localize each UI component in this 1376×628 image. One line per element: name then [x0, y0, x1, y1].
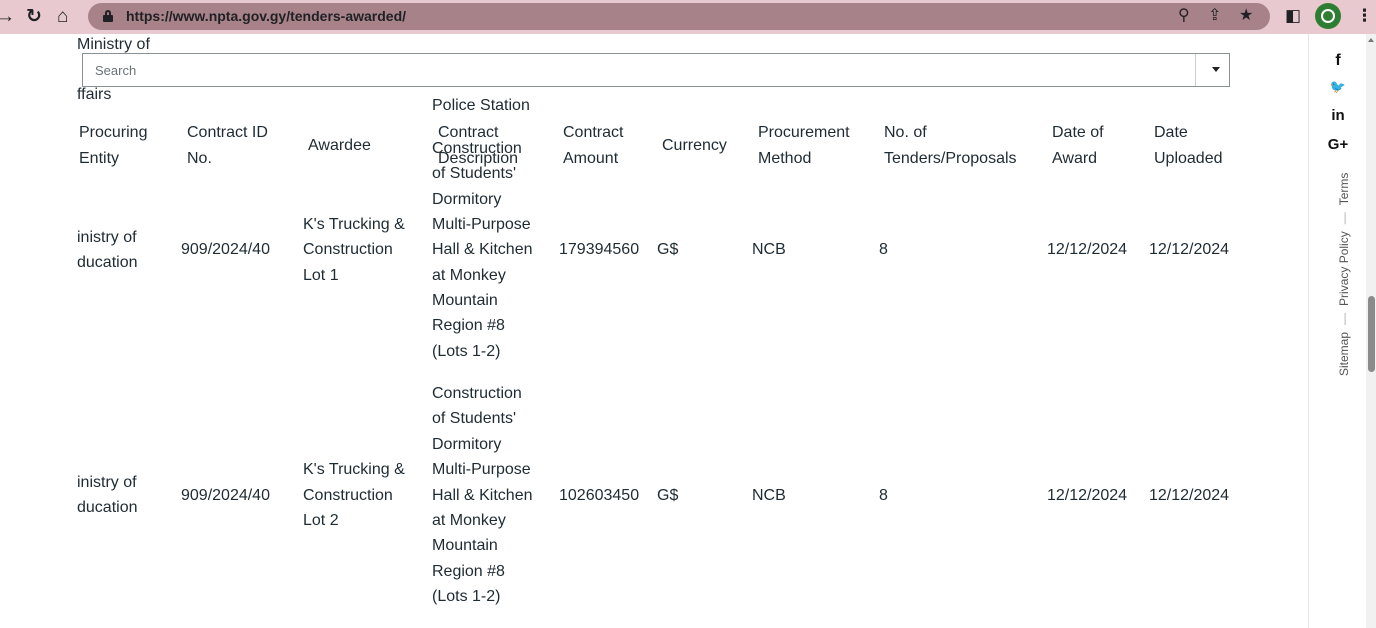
search-divider: [1195, 54, 1196, 86]
row-1-awardee-3: Lot 1: [303, 267, 339, 284]
row-1-description-8: Region #8: [432, 317, 505, 334]
header-contract-id-2[interactable]: No.: [187, 146, 212, 172]
row-1-currency: G$: [657, 241, 679, 258]
menu-icon[interactable]: ⋮: [1356, 5, 1373, 27]
row-2-tenders: 8: [879, 487, 888, 504]
sitemap-link[interactable]: Sitemap: [1337, 332, 1351, 376]
row-2-currency: G$: [657, 487, 679, 504]
row-1-description-9: (Lots 1-2): [432, 343, 501, 360]
row-1-description-3: Dormitory: [432, 191, 502, 208]
zoom-icon[interactable]: ⚲: [1178, 6, 1190, 26]
row-2-method: NCB: [752, 487, 786, 504]
row-1-description-6: at Monkey: [432, 267, 506, 284]
scroll-up-icon[interactable]: [1368, 38, 1374, 42]
search-input[interactable]: [83, 54, 1195, 86]
row-1-method: NCB: [752, 241, 786, 258]
search-dropdown[interactable]: [82, 53, 1230, 87]
header-contract-amount-1[interactable]: Contract: [563, 120, 623, 146]
facebook-icon[interactable]: f: [1309, 52, 1367, 70]
header-contract-id-1[interactable]: Contract ID: [187, 120, 268, 146]
header-tenders-2[interactable]: Tenders/Proposals: [884, 146, 1017, 172]
row-2-description-3: Dormitory: [432, 436, 502, 453]
scrollbar[interactable]: [1366, 34, 1376, 628]
row-2-entity-2: ducation: [77, 499, 138, 516]
row-2-description-5: Hall & Kitchen: [432, 487, 533, 504]
footer-links: Sitemap—Privacy Policy—Terms: [1337, 172, 1351, 376]
header-procuring-entity-1[interactable]: Procuring: [79, 120, 147, 146]
header-procurement-method-1[interactable]: Procurement: [758, 120, 850, 146]
row-1-awardee-2: Construction: [303, 241, 393, 258]
linkedin-icon[interactable]: in: [1309, 107, 1367, 124]
row-1-description-1: Construction: [432, 140, 522, 157]
terms-link[interactable]: Terms: [1337, 173, 1351, 206]
header-date-of-award-1[interactable]: Date of: [1052, 120, 1104, 146]
reload-icon[interactable]: ↻: [26, 5, 42, 29]
page-content: Ministry of ffairs Police Station Procur…: [0, 34, 1308, 628]
row-1-amount: 179394560: [559, 241, 640, 258]
row-1-awardee-1: K's Trucking &: [303, 216, 405, 233]
row-2-date-uploaded: 12/12/2024: [1149, 487, 1230, 504]
address-bar[interactable]: https://www.npta.gov.gy/tenders-awarded/…: [88, 3, 1270, 30]
share-icon[interactable]: ⇪: [1208, 6, 1221, 26]
sidebar-icon[interactable]: ◧: [1285, 5, 1301, 27]
row-2-description-1: Construction: [432, 385, 522, 402]
privacy-policy-link[interactable]: Privacy Policy: [1337, 231, 1351, 306]
bookmark-star-icon[interactable]: ★: [1239, 6, 1253, 26]
row-2-amount: 102603450: [559, 487, 640, 504]
header-currency[interactable]: Currency: [662, 133, 727, 159]
twitter-icon[interactable]: 🐦: [1309, 79, 1367, 95]
back-arrow-icon[interactable]: →: [0, 5, 15, 29]
header-date-uploaded-2[interactable]: Uploaded: [1154, 146, 1223, 172]
row-2-awardee-2: Construction: [303, 487, 393, 504]
row-2-date-award: 12/12/2024: [1047, 487, 1128, 504]
row-2-contract-id: 909/2024/40: [181, 487, 270, 504]
header-procurement-method-2[interactable]: Method: [758, 146, 811, 172]
row-2-description-6: at Monkey: [432, 512, 506, 529]
row-1-description-5: Hall & Kitchen: [432, 241, 533, 258]
scrollbar-thumb[interactable]: [1368, 296, 1375, 372]
header-tenders-1[interactable]: No. of: [884, 120, 927, 146]
partial-row-description: Police Station: [432, 97, 530, 114]
row-1-description-4: Multi-Purpose: [432, 216, 531, 233]
row-2-description-7: Mountain: [432, 537, 498, 554]
row-2-description-9: (Lots 1-2): [432, 588, 501, 605]
google-plus-icon[interactable]: G+: [1309, 136, 1367, 153]
row-1-date-award: 12/12/2024: [1047, 241, 1128, 258]
home-icon[interactable]: ⌂: [57, 5, 68, 29]
row-1-tenders: 8: [879, 241, 888, 258]
row-2-description-8: Region #8: [432, 563, 505, 580]
row-1-date-uploaded: 12/12/2024: [1149, 241, 1230, 258]
row-1-entity-1: inistry of: [77, 229, 137, 246]
header-awardee[interactable]: Awardee: [308, 133, 371, 159]
header-date-of-award-2[interactable]: Award: [1052, 146, 1097, 172]
row-1-contract-id: 909/2024/40: [181, 241, 270, 258]
chevron-down-icon[interactable]: [1212, 67, 1220, 72]
row-2-awardee-1: K's Trucking &: [303, 461, 405, 478]
row-2-entity-1: inistry of: [77, 474, 137, 491]
row-1-entity-2: ducation: [77, 254, 138, 271]
row-2-description-4: Multi-Purpose: [432, 461, 531, 478]
header-procuring-entity-2[interactable]: Entity: [79, 146, 119, 172]
header-contract-amount-2[interactable]: Amount: [563, 146, 618, 172]
url-text[interactable]: https://www.npta.gov.gy/tenders-awarded/: [126, 8, 406, 24]
header-date-uploaded-1[interactable]: Date: [1154, 120, 1188, 146]
profile-icon[interactable]: [1315, 3, 1341, 29]
row-1-description-7: Mountain: [432, 292, 498, 309]
row-1-description-2: of Students': [432, 165, 516, 182]
row-2-awardee-3: Lot 2: [303, 512, 339, 529]
browser-toolbar: → ↻ ⌂ https://www.npta.gov.gy/tenders-aw…: [0, 0, 1376, 34]
lock-icon[interactable]: [103, 10, 113, 22]
social-sidebar: f 🐦 in G+ Sitemap—Privacy Policy—Terms: [1308, 34, 1366, 628]
row-2-description-2: of Students': [432, 410, 516, 427]
